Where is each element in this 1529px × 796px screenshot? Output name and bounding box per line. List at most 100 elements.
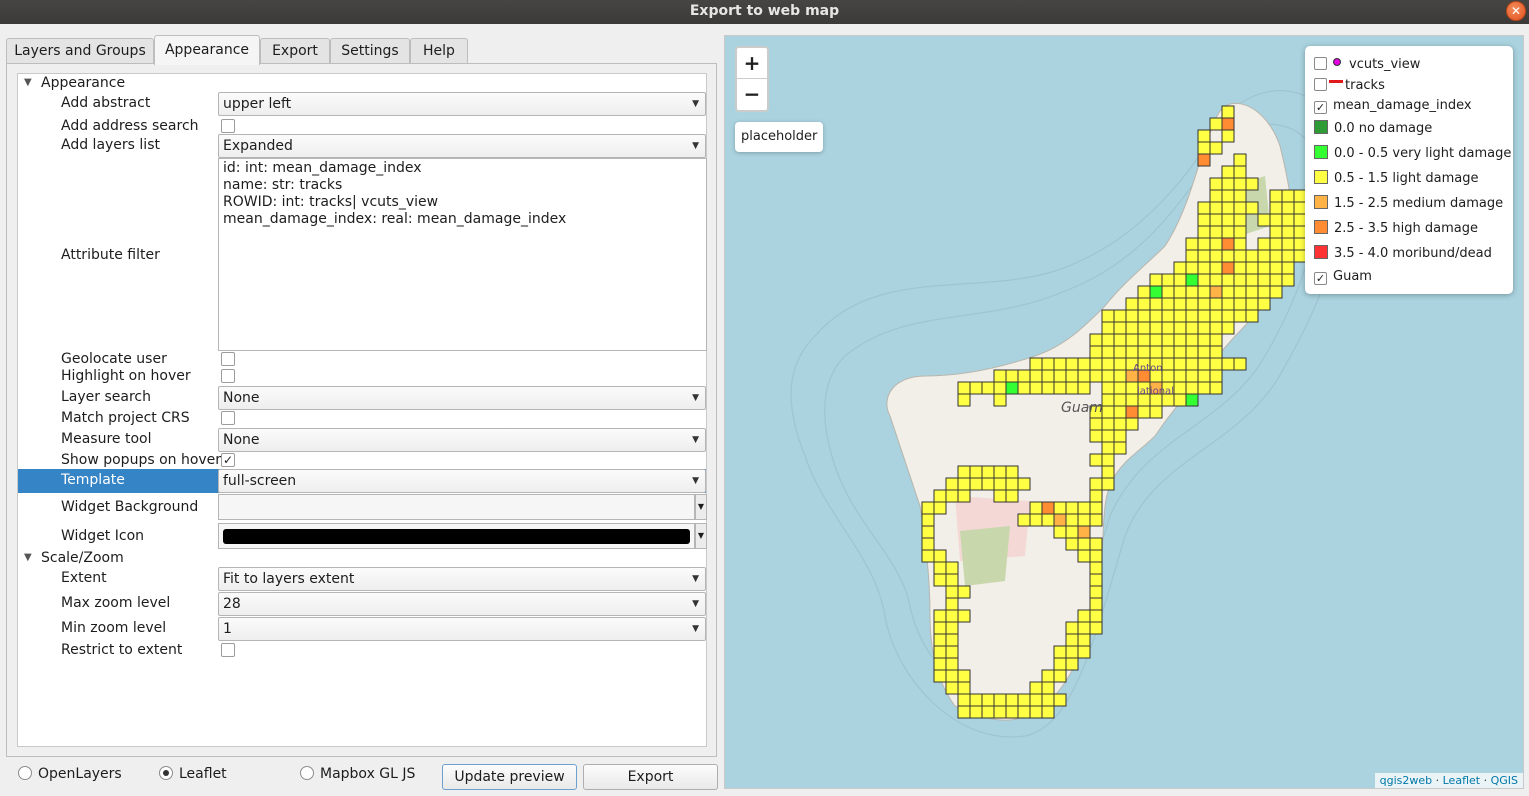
damage-cell[interactable] — [1149, 345, 1163, 359]
legend-checkbox[interactable] — [1314, 57, 1327, 70]
radio-leaflet[interactable]: Leaflet — [159, 766, 227, 782]
damage-cell[interactable] — [1197, 345, 1211, 359]
damage-cell[interactable] — [1185, 381, 1199, 395]
damage-cell[interactable] — [921, 501, 935, 515]
match-project-crs-checkbox[interactable] — [221, 411, 235, 425]
damage-cell[interactable] — [1269, 249, 1283, 263]
damage-cell[interactable] — [1221, 357, 1235, 371]
legend-checkbox[interactable]: ✓ — [1314, 272, 1327, 285]
damage-cell[interactable] — [1089, 429, 1103, 443]
damage-cell[interactable] — [1221, 285, 1235, 299]
damage-cell[interactable] — [1149, 333, 1163, 347]
damage-cell[interactable] — [1029, 369, 1043, 383]
damage-cell[interactable] — [945, 633, 959, 647]
damage-cell[interactable] — [1149, 321, 1163, 335]
damage-cell[interactable] — [1233, 249, 1247, 263]
damage-cell[interactable] — [1065, 513, 1079, 527]
damage-cell[interactable] — [1089, 333, 1103, 347]
tab-appearance[interactable]: Appearance — [154, 35, 260, 65]
damage-cell[interactable] — [1089, 501, 1103, 515]
damage-cell[interactable] — [1065, 501, 1079, 515]
damage-cell[interactable] — [1065, 537, 1079, 551]
damage-cell[interactable] — [945, 681, 959, 695]
damage-cell[interactable] — [1209, 225, 1223, 239]
damage-cell[interactable] — [1101, 465, 1115, 479]
damage-cell[interactable] — [933, 561, 947, 575]
damage-cell[interactable] — [1161, 309, 1175, 323]
damage-cell[interactable] — [1197, 129, 1211, 143]
damage-cell[interactable] — [1209, 177, 1223, 191]
damage-cell[interactable] — [1245, 177, 1259, 191]
damage-cell[interactable] — [1209, 201, 1223, 215]
damage-cell[interactable] — [1197, 285, 1211, 299]
radio-indicator[interactable] — [18, 766, 32, 780]
damage-cell[interactable] — [1149, 405, 1163, 419]
attribution-link[interactable]: qgis2web — [1380, 774, 1433, 787]
damage-cell[interactable] — [1077, 633, 1091, 647]
damage-cell[interactable] — [1281, 237, 1295, 251]
damage-cell[interactable] — [1089, 549, 1103, 563]
damage-cell[interactable] — [1257, 273, 1271, 287]
damage-cell[interactable] — [1245, 273, 1259, 287]
damage-cell[interactable] — [933, 501, 947, 515]
damage-cell[interactable] — [1209, 321, 1223, 335]
damage-cell[interactable] — [1221, 165, 1235, 179]
damage-cell[interactable] — [1173, 333, 1187, 347]
layer-search-select[interactable]: None ▼ — [218, 386, 706, 410]
damage-cell[interactable] — [1185, 393, 1199, 407]
damage-cell[interactable] — [1065, 357, 1079, 371]
damage-cell[interactable] — [1113, 441, 1127, 455]
damage-cell[interactable] — [1233, 297, 1247, 311]
damage-cell[interactable] — [1197, 333, 1211, 347]
damage-cell[interactable] — [957, 489, 971, 503]
damage-cell[interactable] — [1209, 309, 1223, 323]
damage-cell[interactable] — [933, 489, 947, 503]
damage-cell[interactable] — [1173, 273, 1187, 287]
damage-cell[interactable] — [1137, 405, 1151, 419]
damage-cell[interactable] — [1053, 357, 1067, 371]
damage-cell[interactable] — [1149, 297, 1163, 311]
damage-cell[interactable] — [1101, 477, 1115, 491]
damage-cell[interactable] — [1125, 321, 1139, 335]
damage-cell[interactable] — [1257, 213, 1271, 227]
damage-cell[interactable] — [1077, 357, 1091, 371]
widget-icon-color-button[interactable] — [218, 523, 695, 549]
damage-cell[interactable] — [1113, 369, 1127, 383]
damage-cell[interactable] — [1041, 369, 1055, 383]
tab-settings[interactable]: Settings — [330, 38, 410, 64]
damage-cell[interactable] — [1269, 225, 1283, 239]
damage-cell[interactable] — [1233, 309, 1247, 323]
export-button[interactable]: Export — [583, 764, 718, 790]
update-preview-button[interactable]: Update preview — [442, 764, 577, 790]
damage-cell[interactable] — [945, 597, 959, 611]
damage-cell[interactable] — [1161, 297, 1175, 311]
damage-cell[interactable] — [1281, 213, 1295, 227]
damage-cell[interactable] — [1077, 513, 1091, 527]
damage-cell[interactable] — [957, 477, 971, 491]
damage-cell[interactable] — [921, 513, 935, 527]
damage-cell[interactable] — [1281, 201, 1295, 215]
damage-cell[interactable] — [1209, 249, 1223, 263]
damage-cell[interactable] — [1005, 489, 1019, 503]
damage-cell[interactable] — [1017, 369, 1031, 383]
damage-cell[interactable] — [1221, 309, 1235, 323]
show-popups-on-hover-checkbox[interactable]: ✓ — [221, 453, 235, 467]
legend-item-guam[interactable]: ✓ Guam — [1314, 267, 1372, 287]
damage-cell[interactable] — [1137, 285, 1151, 299]
tab-layers-and-groups[interactable]: Layers and Groups — [6, 38, 154, 64]
damage-cell[interactable] — [1101, 357, 1115, 371]
damage-cell[interactable] — [1221, 213, 1235, 227]
damage-cell[interactable] — [1185, 333, 1199, 347]
damage-cell[interactable] — [933, 549, 947, 563]
geolocate-user-checkbox[interactable] — [221, 352, 235, 366]
damage-cell[interactable] — [1005, 381, 1019, 395]
damage-cell[interactable] — [1281, 249, 1295, 263]
damage-cell[interactable] — [1041, 681, 1055, 695]
radio-indicator[interactable] — [300, 766, 314, 780]
damage-cell[interactable] — [1017, 381, 1031, 395]
damage-cell[interactable] — [1269, 285, 1283, 299]
damage-cell[interactable] — [1269, 273, 1283, 287]
damage-cell[interactable] — [1221, 177, 1235, 191]
damage-cell[interactable] — [1089, 585, 1103, 599]
tab-help[interactable]: Help — [410, 38, 468, 64]
